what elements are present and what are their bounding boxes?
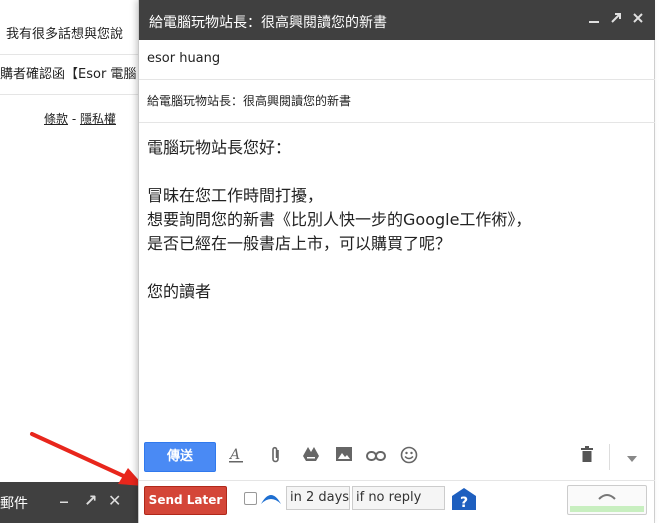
- body-line: 是否已經在一般書店上市，可以購買了呢？: [147, 234, 452, 253]
- chevron-down-icon[interactable]: [621, 446, 643, 468]
- condition-select[interactable]: if no reply: [352, 486, 445, 510]
- delay-select[interactable]: in 2 days: [286, 486, 350, 510]
- chevron-up-icon: [598, 494, 616, 500]
- scrollbar[interactable]: [654, 0, 668, 523]
- photo-icon[interactable]: [333, 446, 355, 468]
- compose-toolbar: 傳送 A: [139, 432, 655, 480]
- terms-link[interactable]: 條款: [44, 112, 68, 126]
- send-later-button[interactable]: Send Later: [144, 486, 227, 515]
- paperclip-icon[interactable]: [265, 446, 287, 468]
- emoji-icon[interactable]: [398, 446, 420, 468]
- body-line: 想要詢問您的新書《比別人快一步的Google工作術》，: [147, 210, 532, 229]
- body-line: [147, 256, 647, 280]
- inbox-row[interactable]: 購者確認函【Esor 電腦: [0, 57, 140, 95]
- boomerang-icon: [261, 495, 281, 504]
- inbox-row-snippet: 我有很多話想與您說: [6, 27, 124, 42]
- inbox-row[interactable]: 我有很多話想與您說: [0, 17, 140, 55]
- compose-title-bar[interactable]: 給電腦玩物站長：很高興閱讀您的新書: [139, 0, 655, 40]
- inbox-row-snippet: 購者確認函【Esor 電腦: [0, 67, 137, 82]
- compose-title: 給電腦玩物站長：很高興閱讀您的新書: [149, 15, 387, 31]
- message-body[interactable]: 電腦玩物站長您好： 冒昧在您工作時間打擾， 想要詢問您的新書《比別人快一步的Go…: [147, 136, 647, 304]
- close-icon[interactable]: [629, 10, 647, 28]
- help-glyph: ?: [460, 495, 468, 510]
- red-arrow-annotation: [30, 432, 144, 486]
- trash-icon[interactable]: [576, 446, 598, 468]
- close-icon[interactable]: ✕: [108, 491, 121, 510]
- to-field[interactable]: esor huang: [139, 40, 655, 80]
- footer-links: 條款 - 隱私權: [44, 110, 116, 127]
- svg-text:A: A: [228, 447, 240, 463]
- minimized-compose-title: 新郵件: [0, 496, 28, 512]
- popout-icon[interactable]: [607, 10, 625, 28]
- minimize-icon[interactable]: [585, 10, 603, 28]
- send-button[interactable]: 傳送: [144, 442, 216, 472]
- body-line: 電腦玩物站長您好：: [147, 138, 292, 157]
- boomerang-collapse-button[interactable]: [567, 485, 647, 515]
- popout-icon[interactable]: ↗: [84, 491, 97, 510]
- recipient-chip[interactable]: esor huang: [147, 51, 220, 66]
- toolbar-divider: [609, 444, 610, 470]
- boomerang-checkbox[interactable]: [244, 492, 257, 505]
- body-line: 您的讀者: [147, 282, 212, 301]
- subject-field[interactable]: 給電腦玩物站長：很高興閱讀您的新書: [139, 80, 655, 123]
- compose-window: 給電腦玩物站長：很高興閱讀您的新書 esor huang 給電腦玩物站長：很高興…: [138, 0, 655, 523]
- minimized-compose-bar[interactable]: 新郵件 _ ↗ ✕: [0, 482, 138, 523]
- body-line: 冒昧在您工作時間打擾，: [147, 186, 324, 205]
- link-separator: -: [68, 112, 80, 126]
- format-text-icon[interactable]: A: [225, 446, 247, 468]
- drive-icon[interactable]: [300, 446, 322, 468]
- privacy-link[interactable]: 隱私權: [80, 112, 116, 126]
- body-line: [147, 160, 647, 184]
- link-icon[interactable]: [365, 446, 387, 468]
- help-icon[interactable]: ?: [452, 488, 476, 510]
- status-indicator: [570, 506, 644, 512]
- subject-text: 給電腦玩物站長：很高興閱讀您的新書: [147, 94, 352, 108]
- boomerang-bar: Send Later in 2 days if no reply ?: [139, 480, 655, 523]
